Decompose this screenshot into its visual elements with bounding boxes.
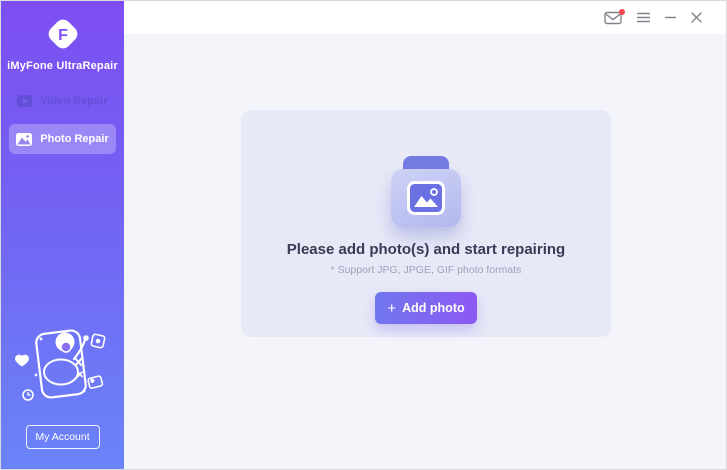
svg-text:F: F — [58, 27, 68, 44]
sidebar-item-label: Video Repair — [40, 95, 108, 107]
photo-drop-card[interactable]: Please add photo(s) and start repairing … — [241, 110, 611, 337]
drop-title: Please add photo(s) and start repairing — [286, 241, 566, 258]
close-icon[interactable] — [691, 12, 702, 23]
app-logo: F — [1, 15, 124, 53]
notification-dot — [619, 8, 625, 15]
add-photo-label: Add photo — [402, 301, 465, 315]
brand-title: iMyFone UltraRepair — [7, 60, 118, 72]
main-content: Please add photo(s) and start repairing … — [124, 34, 726, 469]
plus-icon: + — [387, 299, 397, 317]
menu-icon[interactable] — [637, 12, 650, 23]
folder-front — [391, 169, 461, 227]
sidebar-item-photo-repair[interactable]: Photo Repair — [9, 124, 116, 154]
drop-subtitle: * Support JPG, JPGE, GIF photo formats — [330, 264, 522, 276]
photo-folder-icon — [391, 156, 461, 227]
account-illustration — [12, 319, 114, 413]
video-repair-icon — [17, 95, 33, 107]
mail-icon[interactable] — [604, 8, 625, 25]
sidebar: F iMyFone UltraRepair Video Repair Photo… — [1, 1, 124, 469]
person-card-illustration-icon — [14, 329, 105, 401]
app-window: F iMyFone UltraRepair Video Repair Photo… — [0, 0, 727, 470]
add-photo-button[interactable]: + Add photo — [375, 292, 477, 324]
image-icon — [407, 181, 445, 215]
my-account-button[interactable]: My Account — [25, 425, 100, 449]
sidebar-item-label: Photo Repair — [40, 133, 109, 145]
app-logo-icon: F — [48, 19, 77, 49]
photo-repair-icon — [16, 132, 33, 146]
minimize-icon[interactable] — [665, 12, 676, 23]
sidebar-item-video-repair[interactable]: Video Repair — [9, 88, 116, 114]
titlebar — [124, 1, 726, 34]
sidebar-nav: Video Repair Photo Repair — [1, 88, 124, 154]
